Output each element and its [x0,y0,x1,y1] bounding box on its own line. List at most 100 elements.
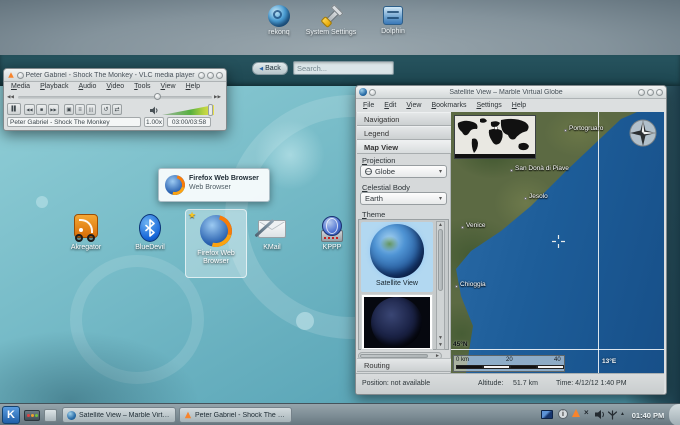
task-button-vlc[interactable]: Peter Gabriel - Shock The Monkey - VLC m… [179,407,292,423]
vlc-maximize-button[interactable] [207,71,214,79]
chevron-down-icon: ▾ [438,196,442,202]
back-button[interactable]: ◀ Back [252,62,288,75]
vlc-tray-icon[interactable] [572,409,580,417]
activity-widget[interactable] [24,410,40,421]
marble-menu-settings[interactable]: Settings [471,102,506,109]
vlc-seek-slider[interactable] [18,96,212,99]
network-tray-icon[interactable] [607,409,618,420]
vlc-menu-view[interactable]: View [156,83,181,90]
scroll-down-icon[interactable]: ▼ [437,342,444,348]
vlc-menu-audio[interactable]: Audio [73,83,101,90]
loop-button[interactable]: ↺ [101,104,111,115]
display-tray-icon[interactable] [541,410,553,419]
scroll-down-icon[interactable]: ▼ [437,335,444,341]
tray-expand-icon[interactable]: ▲ [620,411,625,417]
vscroll-thumb[interactable] [438,229,443,291]
desktop-icon-akregator[interactable]: Akregator [60,214,112,251]
vlc-close-button[interactable] [216,71,223,79]
marble-menu-bookmarks[interactable]: Bookmarks [426,102,471,109]
marble-minimize-button[interactable] [638,88,645,96]
launcher-item-rekonq[interactable]: rekonq [249,5,309,36]
map-view[interactable]: Portogruaro San Donà di Piave Jesolo Ven… [451,112,664,373]
vlc-time-display[interactable]: 03:00/03:58 [167,117,211,127]
scale-label-end: 40 [554,357,561,363]
volume-slider[interactable] [162,105,214,115]
marble-menu-edit[interactable]: Edit [379,102,401,109]
firefox-tooltip: Firefox Web Browser Web Browser [158,168,270,202]
theme-list: Satellite View ▲ ▼ ▼ [358,219,449,350]
vlc-menu-media[interactable]: Media [6,83,35,90]
vlc-menu-tools[interactable]: Tools [129,83,155,90]
launcher-item-system-settings[interactable]: System Settings [301,4,361,36]
vlc-menu-playback[interactable]: Playback [35,83,73,90]
marble-maximize-button[interactable] [647,88,654,96]
city-dot [564,129,567,132]
kppp-modem-lights-icon [324,237,340,239]
favorite-star-icon: ★ [188,210,197,220]
vlc-minimize-button[interactable] [198,71,205,79]
city-dot [461,226,464,229]
compass-icon[interactable] [629,119,657,147]
pause-button[interactable]: ▌▌ [7,103,21,115]
clock[interactable]: 01:40 PM [628,411,668,420]
sidebar-tab-navigation[interactable]: Navigation [357,112,451,126]
desktop-icon-firefox-selected[interactable]: ★ Firefox Web Browser [185,209,247,278]
marble-close-button[interactable] [656,88,663,96]
desktop-icon-label: Firefox Web Browser [197,250,235,266]
sidebar-tab-map-view[interactable]: Map View [357,140,451,154]
scale-segments [456,365,564,370]
extended-settings-button[interactable]: ||| [86,104,96,115]
desktop-icon-kppp[interactable]: KPPP [308,216,356,251]
kickoff-launcher-button[interactable]: K [2,406,20,424]
klipper-tray-icon[interactable]: × [584,408,589,418]
shuffle-button[interactable]: ⇄ [112,104,122,115]
globe-icon [365,168,372,175]
playlist-button[interactable]: ≡ [75,104,85,115]
marble-menubar: File Edit View Bookmarks Settings Help [358,99,531,111]
seek-back-icon[interactable]: ◀◀ [7,94,14,100]
volume-slider-handle[interactable] [208,104,213,116]
show-desktop-button[interactable] [44,409,57,422]
search-input[interactable] [293,61,394,75]
theme-item-night[interactable] [361,294,433,350]
map-scale-bar: 0 km 20 40 [453,355,565,372]
celestial-body-dropdown[interactable]: Earth ▾ [360,192,447,205]
marble-menu-help[interactable]: Help [507,102,531,109]
stop-button[interactable]: ■ [36,104,47,115]
theme-list-vscrollbar[interactable]: ▲ ▼ ▼ [436,221,445,350]
desktop-icon-kmail[interactable]: KMail [246,214,298,251]
altitude-value: 51.7 km [513,380,538,387]
vlc-playback-rate[interactable]: 1.00x [144,117,164,127]
sidebar-tab-legend[interactable]: Legend [357,126,451,140]
marble-titlebar[interactable]: Satellite View – Marble Virtual Globe [356,86,666,99]
altitude-label: Altitude: [478,380,504,387]
vlc-menu-help[interactable]: Help [181,83,205,90]
marble-pin-button[interactable] [369,88,376,96]
info-tray-icon[interactable]: i [558,409,568,419]
marble-menu-file[interactable]: File [358,102,379,109]
city-dot [510,169,513,172]
launcher-item-dolphin[interactable]: Dolphin [363,5,423,35]
volume-icon[interactable] [150,106,159,115]
vlc-pin-button[interactable] [17,71,24,79]
overview-world-map[interactable] [454,115,536,159]
scroll-up-icon[interactable]: ▲ [437,222,444,228]
next-button[interactable]: ▶▶ [48,104,59,115]
previous-button[interactable]: ◀◀ [24,104,35,115]
seek-forward-icon[interactable]: ▶▶ [214,94,221,100]
panel-cashew[interactable] [669,404,680,425]
task-button-marble[interactable]: Satellite View – Marble Virtual Globe [62,407,176,423]
back-label: Back [265,65,281,72]
theme-item-satellite-view[interactable]: Satellite View [361,222,433,292]
desktop-icon-bluedevil[interactable]: BlueDevil [124,214,176,251]
vlc-seek-handle[interactable] [154,93,161,100]
sidebar-tab-routing[interactable]: Routing [357,358,451,372]
vlc-now-playing: Peter Gabriel - Shock The Monkey [7,117,141,127]
rekonq-gear-icon [273,10,282,19]
vlc-menu-video[interactable]: Video [101,83,129,90]
firefox-fox-icon [194,209,238,253]
projection-dropdown[interactable]: Globe ▾ [360,165,447,178]
volume-tray-icon[interactable] [595,409,606,420]
fullscreen-button[interactable]: ▣ [64,104,74,115]
marble-menu-view[interactable]: View [401,102,426,109]
